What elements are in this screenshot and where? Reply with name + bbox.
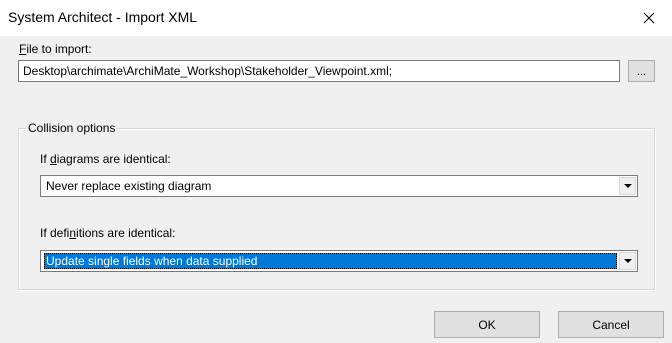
browse-button[interactable]: ... xyxy=(628,60,655,82)
collision-options-legend: Collision options xyxy=(26,121,118,135)
browse-button-label: ... xyxy=(636,66,647,78)
definitions-label-pre: If defi xyxy=(40,226,70,240)
close-button[interactable] xyxy=(626,0,672,36)
definitions-dropdown-button[interactable] xyxy=(619,252,636,270)
ok-button[interactable]: OK xyxy=(434,311,540,338)
file-label-text: ile to import: xyxy=(26,42,92,56)
definitions-collision-value: Update single fields when data supplied xyxy=(44,253,617,269)
diagrams-label-pre: If xyxy=(40,152,51,166)
cancel-button-label: Cancel xyxy=(592,317,630,332)
diagrams-collision-value: Never replace existing diagram xyxy=(46,179,212,193)
definitions-collision-select[interactable]: Update single fields when data supplied xyxy=(40,250,638,272)
import-xml-dialog: System Architect - Import XML File to im… xyxy=(0,0,672,343)
cancel-button[interactable]: Cancel xyxy=(558,311,664,338)
file-path-value: Desktop\archimate\ArchiMate_Workshop\Sta… xyxy=(23,64,393,78)
diagrams-label-post: iagrams are identical: xyxy=(56,152,171,166)
diagrams-dropdown-button[interactable] xyxy=(619,177,636,195)
title-bar: System Architect - Import XML xyxy=(0,0,672,36)
window-title: System Architect - Import XML xyxy=(8,9,198,25)
diagrams-identical-label: If diagrams are identical: xyxy=(40,152,171,166)
ok-button-label: OK xyxy=(478,317,496,332)
diagrams-label-mnemonic: d xyxy=(50,152,57,166)
chevron-down-icon xyxy=(623,259,632,263)
file-path-input[interactable]: Desktop\archimate\ArchiMate_Workshop\Sta… xyxy=(18,60,620,82)
file-to-import-label: File to import: xyxy=(19,42,92,56)
diagrams-collision-select[interactable]: Never replace existing diagram xyxy=(40,175,638,197)
chevron-down-icon xyxy=(623,184,632,188)
definitions-label-post: itions are identical: xyxy=(76,226,176,240)
close-icon xyxy=(643,12,655,24)
definitions-identical-label: If definitions are identical: xyxy=(40,226,175,240)
